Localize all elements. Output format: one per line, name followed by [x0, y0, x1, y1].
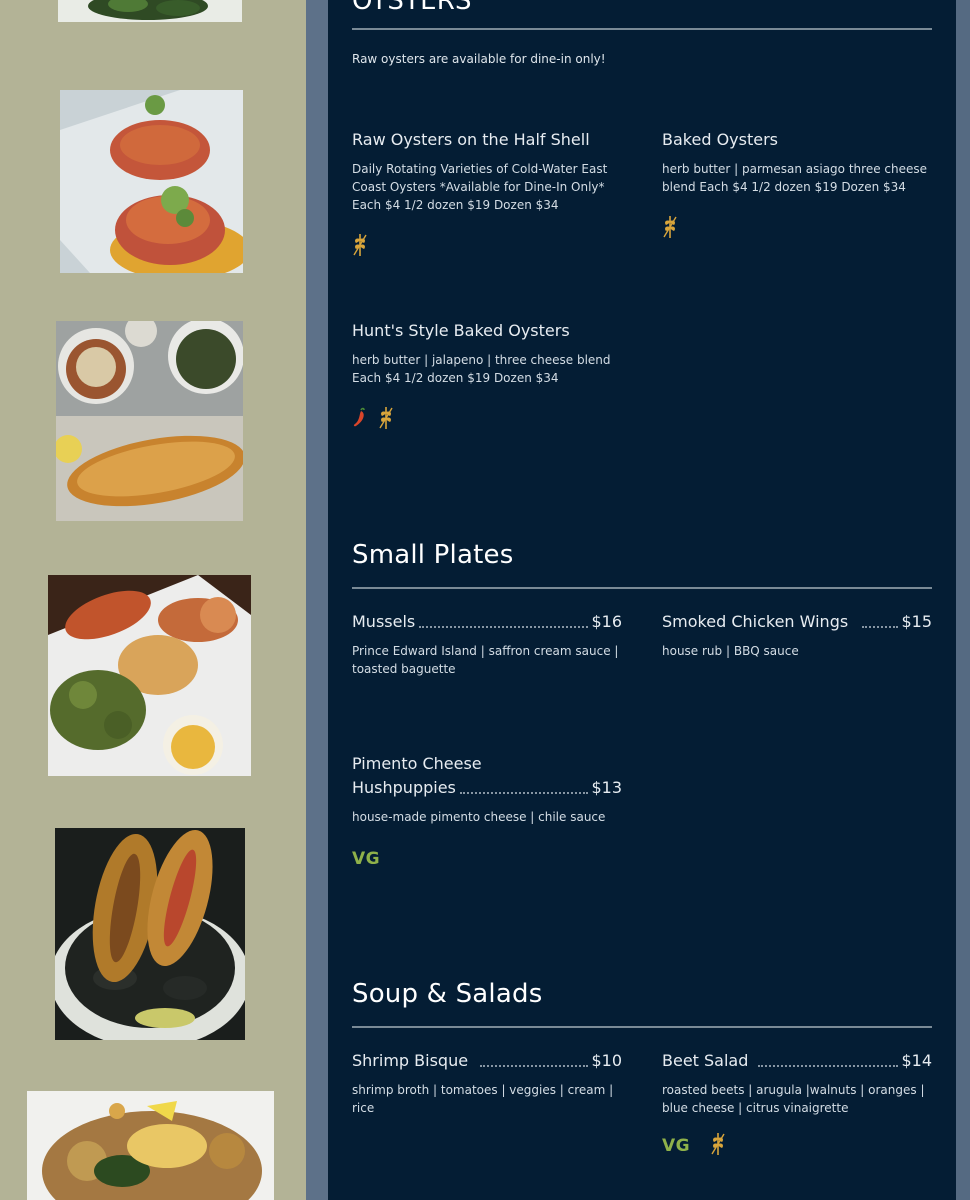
item-name: Beet Salad [662, 1051, 749, 1070]
item-description: house-made pimento cheese | chile sauce [352, 810, 606, 824]
item-price: $16 [591, 612, 622, 631]
food-photo-fish-mussels[interactable] [55, 828, 245, 1040]
leader-dots [480, 1065, 589, 1067]
menu-item-baked-oysters[interactable]: Baked Oysters herb butter | parmesan asi… [662, 128, 932, 244]
food-photo-lobster-tails[interactable] [48, 575, 251, 776]
item-name: Baked Oysters [662, 130, 778, 149]
leader-dots [758, 1065, 899, 1067]
gluten-free-icon [378, 404, 394, 436]
food-photo-fish-platter[interactable] [56, 321, 243, 521]
section-title-small-plates: Small Plates [352, 540, 514, 570]
menu-item-hunts-baked-oysters[interactable]: Hunt's Style Baked Oysters herb butter |… [352, 319, 622, 435]
item-name: Smoked Chicken Wings [662, 612, 849, 631]
menu-item-pimento-hushpuppies[interactable]: Pimento Cheese Hushpuppies $13 house-mad… [352, 752, 622, 874]
section-divider [352, 587, 932, 589]
item-price: $14 [901, 1051, 932, 1070]
food-photo-greens[interactable] [58, 0, 242, 22]
spicy-pepper-icon [352, 407, 368, 433]
food-photo-crab-cakes[interactable] [60, 90, 243, 273]
item-description: Daily Rotating Varieties of Cold-Water E… [352, 162, 608, 212]
section-title-oysters: OYSTERS [352, 0, 472, 16]
item-name: Mussels [352, 612, 416, 631]
item-name-line2: Hushpuppies [352, 778, 456, 797]
panel-gutter [306, 0, 328, 1200]
item-price: $13 [591, 778, 622, 797]
item-description: roasted beets | arugula |walnuts | orang… [662, 1083, 925, 1115]
item-name-line1: Pimento Cheese [352, 754, 482, 773]
section-divider [352, 1026, 932, 1028]
section-title-soup-salads: Soup & Salads [352, 979, 543, 1009]
item-price: $15 [901, 612, 932, 631]
menu-panel: OYSTERS Raw oysters are available for di… [328, 0, 956, 1200]
gluten-free-icon [662, 213, 678, 245]
item-name: Shrimp Bisque [352, 1051, 469, 1070]
vegetarian-badge: VG [662, 1136, 691, 1156]
item-name: Raw Oysters on the Half Shell [352, 130, 590, 149]
leader-dots [459, 792, 589, 794]
item-description: house rub | BBQ sauce [662, 644, 799, 658]
food-photo-entree[interactable] [27, 1091, 274, 1200]
menu-item-mussels[interactable]: Mussels $16 Prince Edward Island | saffr… [352, 610, 622, 678]
panel-gutter-right [956, 0, 970, 1200]
menu-item-beet-salad[interactable]: Beet Salad $14 roasted beets | arugula |… [662, 1049, 932, 1161]
leader-dots [419, 626, 589, 628]
menu-item-smoked-chicken-wings[interactable]: Smoked Chicken Wings $15 house rub | BBQ… [662, 610, 932, 660]
item-description: shrimp broth | tomatoes | veggies | crea… [352, 1083, 614, 1115]
item-description: herb butter | jalapeno | three cheese bl… [352, 353, 611, 385]
item-price: $10 [591, 1051, 622, 1070]
leader-dots [862, 626, 899, 628]
photo-rail [0, 0, 306, 1200]
menu-item-raw-oysters[interactable]: Raw Oysters on the Half Shell Daily Rota… [352, 128, 622, 262]
gluten-free-icon [352, 231, 368, 263]
section-divider [352, 28, 932, 30]
vegetarian-badge: VG [352, 849, 381, 869]
item-name: Hunt's Style Baked Oysters [352, 321, 570, 340]
menu-item-shrimp-bisque[interactable]: Shrimp Bisque $10 shrimp broth | tomatoe… [352, 1049, 622, 1117]
item-description: Prince Edward Island | saffron cream sau… [352, 644, 619, 676]
gluten-free-icon [710, 1130, 726, 1162]
item-description: herb butter | parmesan asiago three chee… [662, 162, 927, 194]
dine-in-note: Raw oysters are available for dine-in on… [352, 52, 606, 66]
